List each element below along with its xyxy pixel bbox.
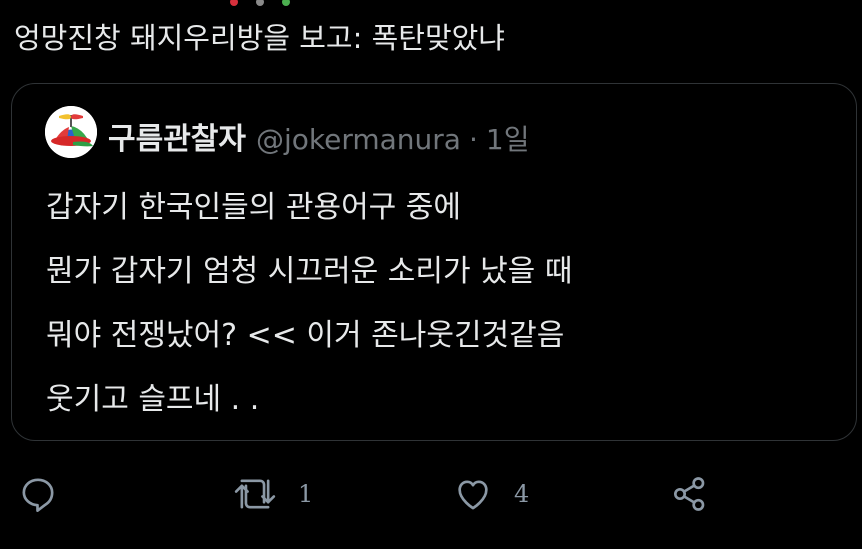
emoji-fragment-red [230,0,238,6]
retweet-count: 1 [298,480,314,508]
timestamp[interactable]: 1일 [486,118,530,158]
quoted-author-row: 구름관찰자 @jokermanura · 1일 [108,114,529,158]
author-name[interactable]: 구름관찰자 [108,114,246,158]
tweet-text: 엉망진창 돼지우리방을 보고: 폭탄맞았냐 [14,21,505,55]
retweet-icon [234,479,276,509]
retweet-button[interactable]: 1 [232,474,313,514]
share-button[interactable] [670,474,710,514]
emoji-fragment-green [282,0,290,6]
share-icon [674,477,705,511]
tweet-actions-bar: 1 4 [0,468,862,528]
reply-button[interactable] [18,474,58,514]
quoted-line: 뭔가 갑자기 엄청 시끄러운 소리가 났을 때 [46,254,573,289]
author-handle[interactable]: @jokermanura [256,123,461,156]
quoted-line: 웃기고 슬프네 . . [46,382,260,417]
propeller-cap-avatar-icon [45,106,97,158]
emoji-fragments [230,0,370,6]
separator-dot: · [468,123,478,156]
avatar[interactable] [45,106,97,158]
like-button[interactable]: 4 [452,474,529,514]
quoted-tweet-card[interactable]: 구름관찰자 @jokermanura · 1일 갑자기 한국인들의 관용어구 중… [11,83,857,441]
emoji-fragment-gray [256,0,264,6]
quoted-tweet-body: 갑자기 한국인들의 관용어구 중에 뭔가 갑자기 엄청 시끄러운 소리가 났을 … [46,176,836,432]
reply-icon [22,478,54,512]
heart-icon [458,480,488,510]
quoted-line: 갑자기 한국인들의 관용어구 중에 [46,190,462,225]
like-count: 4 [514,480,530,508]
quoted-line: 뭐야 전쟁났어? << 이거 존나웃긴것같음 [46,318,565,353]
